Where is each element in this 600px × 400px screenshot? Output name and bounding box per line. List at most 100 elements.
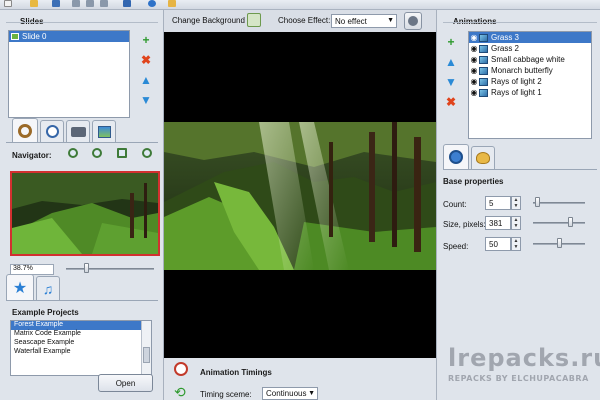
tab-projects[interactable]: ★ — [6, 274, 34, 300]
move-right-icon[interactable] — [100, 0, 108, 7]
effect-settings-button[interactable] — [404, 12, 422, 30]
animation-item[interactable]: ◉ Monarch butterfly — [469, 65, 591, 76]
tab-music[interactable]: ♫ — [36, 276, 60, 300]
speed-slider-thumb[interactable] — [556, 238, 562, 248]
size-label: Size, pixels: — [443, 220, 486, 229]
move-slide-up-icon[interactable]: ▲ — [140, 73, 152, 87]
gear-icon — [408, 16, 418, 26]
count-slider-thumb[interactable] — [535, 197, 541, 207]
move-slide-down-icon[interactable]: ▼ — [140, 93, 152, 107]
eye-icon[interactable]: ◉ — [469, 66, 479, 75]
change-background-label: Change Background — [172, 16, 245, 25]
zoom-slider-thumb[interactable] — [84, 263, 89, 273]
animation-item[interactable]: ◉ Small cabbage white — [469, 54, 591, 65]
count-input[interactable]: 5 — [485, 196, 511, 210]
eye-icon[interactable]: ◉ — [469, 77, 479, 86]
move-up-icon[interactable] — [86, 0, 94, 7]
slide-item[interactable]: Slide 0 — [9, 31, 129, 42]
move-animation-down-icon[interactable]: ▼ — [445, 75, 457, 89]
animation-thumbnail-icon — [479, 77, 488, 86]
tab-navigator[interactable] — [12, 118, 38, 142]
add-slide-icon[interactable]: + — [140, 33, 152, 47]
count-spinner[interactable]: ▲ ▼ — [511, 196, 521, 210]
timing-scheme-select[interactable]: Continuous ▼ — [262, 387, 318, 400]
animation-thumbnail-icon — [479, 88, 488, 97]
animation-item-label: Rays of light 1 — [491, 88, 542, 97]
wizard-icon[interactable] — [168, 0, 176, 7]
animation-item-label: Grass 2 — [491, 44, 520, 53]
slide-item-label: Slide 0 — [22, 32, 47, 41]
zoom-in-icon[interactable] — [68, 148, 78, 158]
image-settings-icon — [97, 125, 111, 138]
animation-item-label: Grass 3 — [491, 33, 520, 42]
change-background-icon[interactable] — [247, 13, 261, 27]
slides-list[interactable]: Slide 0 — [8, 30, 130, 118]
animation-item[interactable]: ◉ Rays of light 1 — [469, 87, 591, 98]
tab-base-properties[interactable] — [443, 144, 469, 169]
open-folder-icon[interactable] — [30, 0, 38, 7]
zoom-slider-track[interactable] — [66, 268, 154, 270]
project-item[interactable]: Seascape Example — [11, 339, 151, 348]
camera-icon — [70, 126, 86, 137]
eye-icon[interactable]: ◉ — [469, 33, 479, 42]
size-input[interactable]: 381 — [485, 216, 511, 230]
clock-icon — [45, 125, 59, 138]
star-icon: ★ — [12, 279, 28, 297]
eye-icon[interactable]: ◉ — [469, 55, 479, 64]
effect-select-value: No effect — [335, 16, 367, 26]
tab-timeline[interactable] — [40, 120, 64, 142]
speed-spinner[interactable]: ▲ ▼ — [511, 237, 521, 251]
project-item[interactable]: Waterfall Example — [11, 348, 151, 357]
tab-appearance[interactable] — [471, 146, 495, 169]
divider — [6, 22, 158, 23]
eye-icon[interactable]: ◉ — [469, 88, 479, 97]
animation-thumbnail-icon — [479, 55, 488, 64]
example-projects-title: Example Projects — [12, 308, 79, 317]
size-slider-thumb[interactable] — [568, 217, 574, 227]
animation-item[interactable]: ◉ Grass 2 — [469, 43, 591, 54]
preview-icon[interactable] — [123, 0, 131, 7]
example-projects-list[interactable]: Forest Example Matrix Code Example Seasc… — [10, 320, 152, 376]
forest-background-image — [164, 122, 436, 270]
delete-animation-icon[interactable]: ✖ — [445, 95, 457, 109]
size-spinner[interactable]: ▲ ▼ — [511, 216, 521, 230]
move-left-icon[interactable] — [72, 0, 80, 7]
animation-item[interactable]: ◉ Grass 3 — [469, 32, 591, 43]
effect-select[interactable]: No effect ▼ — [331, 14, 397, 28]
speed-input[interactable]: 50 — [485, 237, 511, 251]
right-panel: Animations + ▲ ▼ ✖ ◉ Grass 3 ◉ Grass 2 ◉… — [436, 10, 600, 400]
slide-canvas[interactable] — [164, 32, 436, 358]
zoom-out-icon[interactable] — [92, 148, 102, 158]
animation-item[interactable]: ◉ Rays of light 2 — [469, 76, 591, 87]
save-icon[interactable] — [52, 0, 60, 7]
info-icon[interactable] — [148, 0, 156, 7]
count-slider-track[interactable] — [533, 202, 585, 204]
move-animation-up-icon[interactable]: ▲ — [445, 55, 457, 69]
tab-settings[interactable] — [92, 120, 116, 142]
navigator-title: Navigator: — [12, 151, 52, 160]
navigator-preview[interactable] — [10, 171, 160, 256]
projects-scrollbar[interactable] — [141, 321, 151, 375]
open-button[interactable]: Open — [98, 374, 153, 392]
chevron-down-icon: ▼ — [308, 390, 315, 397]
eye-icon[interactable]: ◉ — [469, 44, 479, 53]
ship-wheel-icon — [18, 123, 32, 138]
animations-list[interactable]: ◉ Grass 3 ◉ Grass 2 ◉ Small cabbage whit… — [468, 31, 592, 139]
animation-thumbnail-icon — [479, 66, 488, 75]
watermark-subtitle: REPACKS BY ELCHUPACABRA — [448, 374, 589, 383]
zoom-actual-icon[interactable] — [142, 148, 152, 158]
project-item[interactable]: Forest Example — [11, 321, 141, 330]
zoom-fit-icon[interactable] — [117, 148, 127, 158]
add-animation-icon[interactable]: + — [445, 35, 457, 49]
new-file-icon[interactable] — [4, 0, 12, 7]
divider — [6, 300, 158, 301]
refresh-icon: ⟲ — [174, 384, 186, 400]
projects-scrollbar-thumb[interactable] — [143, 347, 150, 363]
animation-thumbnail-icon — [479, 33, 488, 42]
tab-camera[interactable] — [66, 120, 90, 142]
size-slider-track[interactable] — [533, 222, 585, 224]
animation-timings-title: Animation Timings — [200, 368, 272, 377]
project-item[interactable]: Matrix Code Example — [11, 330, 151, 339]
delete-slide-icon[interactable]: ✖ — [140, 53, 152, 67]
timings-panel: Animation Timings ⟲ Timing sceme: Contin… — [164, 358, 436, 400]
